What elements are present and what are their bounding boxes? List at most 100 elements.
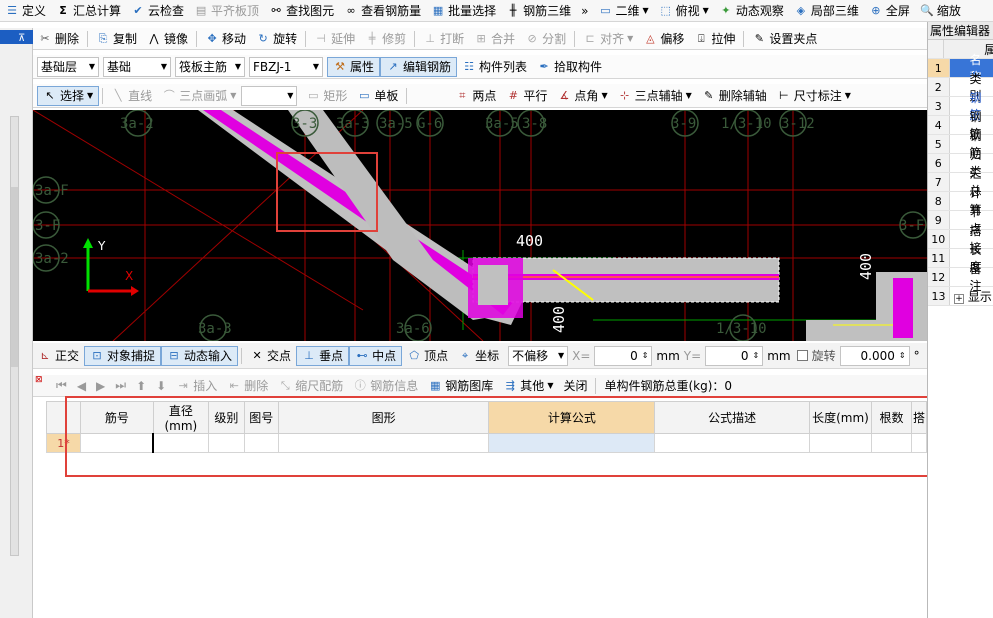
panel-close-icon[interactable]: ⊠ [35, 375, 43, 385]
stepper-icon[interactable]: ⇕ [642, 351, 649, 360]
layer-select[interactable]: 基础层 ▼ [37, 56, 99, 77]
scale-rebar-button[interactable]: ⤡ 缩尺配筋 [273, 375, 348, 396]
menu-more[interactable]: » [576, 0, 593, 21]
stepper-icon[interactable]: ⇕ [752, 351, 759, 360]
object-snap-toggle[interactable]: ⊡ 对象捕捉 [84, 345, 162, 366]
move-down[interactable]: ⬇ [151, 375, 171, 396]
vertex-snap[interactable]: ⬠ 顶点 [402, 343, 453, 368]
rotate-button[interactable]: ↻ 旋转 [251, 28, 302, 49]
properties-button[interactable]: ⚒ 属性 [327, 56, 381, 77]
rebar-delete-button[interactable]: ⇤ 删除 [222, 375, 273, 396]
parallel-button[interactable]: # 平行 [501, 84, 552, 107]
offset-button[interactable]: ◬ 偏移 [638, 28, 689, 49]
trim-button[interactable]: ╪ 修剪 [360, 28, 411, 49]
pin-icon[interactable]: ⊼ [0, 33, 25, 44]
perpendicular-snap[interactable]: ⊥ 垂点 [296, 345, 350, 366]
rebar-right[interactable] [893, 278, 913, 338]
property-row[interactable]: 12 备注 [928, 262, 993, 293]
type-select[interactable]: 筏板主筋 ▼ [175, 56, 245, 77]
copy-button[interactable]: ⎘ 复制 [91, 28, 142, 49]
ortho-toggle[interactable]: ⊾ 正交 [33, 343, 84, 368]
insert-button[interactable]: ⇥ 插入 [171, 375, 222, 396]
rect-button[interactable]: ▭ 矩形 [301, 84, 352, 107]
edit-rebar-button[interactable]: ↗ 编辑钢筋 [380, 56, 458, 77]
merge-button[interactable]: ⊞ 合并 [469, 28, 520, 49]
menu-2d[interactable]: ▭ 二维 ▼ [593, 0, 653, 21]
menu-batch-select[interactable]: ▦ 批量选择 [426, 0, 501, 21]
expand-icon[interactable]: + [954, 293, 964, 304]
split-button[interactable]: ⊘ 分割 [520, 28, 571, 49]
nav-next[interactable]: ▶ [91, 375, 110, 396]
slab-bottom-right[interactable] [806, 320, 886, 341]
menu-local-3d[interactable]: ◈ 局部三维 [789, 0, 864, 21]
line-button[interactable]: ╲ 直线 [106, 84, 157, 107]
menu-dynamic-view[interactable]: ✦ 动态观察 [714, 0, 789, 21]
menu-summary[interactable]: Σ 汇总计算 [51, 0, 126, 21]
single-slab-button[interactable]: ▭ 单板 [352, 84, 403, 107]
rotate-input[interactable]: 0.000 ⇕ [839, 345, 910, 366]
axis-label-3-F-right: 3-F [899, 218, 924, 234]
midpoint-snap[interactable]: ⊷ 中点 [349, 345, 403, 366]
two-point-button[interactable]: ⌗ 两点 [450, 84, 501, 107]
menu-zoom[interactable]: 🔍 缩放 [915, 0, 966, 21]
menu-view-rebar[interactable]: ∞ 查看钢筋量 [339, 0, 426, 21]
property-row[interactable]: 13 + 显示 [928, 287, 993, 306]
offset-mode-select[interactable]: 不偏移 ▼ [508, 345, 569, 366]
pick-component-button[interactable]: ✒ 拾取构件 [532, 55, 607, 78]
dynamic-input-toggle[interactable]: ⊟ 动态输入 [161, 345, 239, 366]
dimension-400-top: 400 [516, 232, 543, 250]
element-select[interactable]: FBZJ-1 ▼ [249, 56, 323, 77]
x-input[interactable]: 0 ⇕ [594, 345, 653, 366]
nav-last[interactable]: ⏭ [110, 375, 131, 396]
close-button[interactable]: 关闭 [558, 375, 592, 396]
component-list-button[interactable]: ☷ 构件列表 [457, 55, 532, 78]
menu-bar: ☰ 定义 Σ 汇总计算 ✔ 云检查 ▤ 平齐板顶 ⚯ 查找图元 ∞ 查看钢筋量 ▦ 批量选择 … [0, 0, 993, 22]
delete-axis-icon: ✎ [704, 88, 714, 102]
rebar-diagonal[interactable] [203, 110, 513, 315]
move-up[interactable]: ⬆ [131, 375, 151, 396]
menu-flush-top[interactable]: ▤ 平齐板顶 [189, 0, 264, 21]
y-input[interactable]: 0 ⇕ [705, 345, 764, 366]
menu-define[interactable]: ☰ 定义 [0, 0, 51, 21]
rotate-checkbox[interactable] [796, 350, 808, 361]
menu-fullscreen[interactable]: ⊕ 全屏 [864, 0, 915, 21]
move-button[interactable]: ✥ 移动 [200, 28, 251, 49]
mirror-button[interactable]: ⋀ 镜像 [142, 28, 193, 49]
left-scrollbar[interactable] [10, 116, 19, 556]
align-button[interactable]: ⊏ 对齐 ▼ [578, 28, 638, 49]
point-angle-button[interactable]: ∡ 点角 ▼ [552, 84, 612, 107]
stretch-button[interactable]: ⍗ 拉伸 [689, 28, 740, 49]
menu-find[interactable]: ⚯ 查找图元 [264, 0, 339, 21]
divider [414, 30, 416, 47]
rebar-info-button[interactable]: ⓘ 钢筋信息 [348, 375, 423, 396]
property-editor-title: 属性编辑器 [928, 22, 993, 40]
shape-select[interactable]: ▼ [241, 85, 298, 106]
other-menu-button[interactable]: ⇶ 其他 ▼ [498, 375, 558, 396]
nav-prev[interactable]: ◀ [72, 375, 91, 396]
intersection-snap[interactable]: ✕ 交点 [245, 343, 296, 368]
left-scroll-thumb[interactable] [11, 187, 18, 367]
extend-button[interactable]: ⊣ 延伸 [309, 28, 360, 49]
menu-rebar-3d[interactable]: ╫ 钢筋三维 [501, 0, 576, 21]
select-button[interactable]: ↖ 选择 ▼ [37, 85, 100, 106]
trim-icon: ╪ [368, 31, 376, 45]
stepper-icon[interactable]: ⇕ [899, 351, 906, 360]
flush-icon: ▤ [195, 3, 207, 17]
category-select[interactable]: 基础 ▼ [103, 56, 171, 77]
chevron-down-icon: ▼ [312, 62, 319, 71]
menu-top-view[interactable]: ⬚ 俯视 ▼ [654, 0, 714, 21]
menu-cloud-check[interactable]: ✔ 云检查 [126, 0, 189, 21]
arc-button[interactable]: ⌒ 三点画弧 ▼ [157, 84, 241, 107]
rebar-library-button[interactable]: ▦ 钢筋图库 [423, 375, 498, 396]
coordinate-snap[interactable]: ⌖ 坐标 [453, 343, 504, 368]
drawing-canvas[interactable]: 3a-2 3-3 3a-3 3a-5 G-6 3a-5 3-8 3-9 1/3-… [33, 110, 927, 341]
delete-axis-button[interactable]: ✎ 删除辅轴 [697, 84, 772, 107]
break-button[interactable]: ⊥ 打断 [418, 28, 469, 49]
set-grip-button[interactable]: ✎ 设置夹点 [747, 28, 822, 49]
cad-drawing[interactable]: 3a-2 3-3 3a-3 3a-5 G-6 3a-5 3-8 3-9 1/3-… [33, 110, 927, 341]
nav-first[interactable]: ⏮ [51, 375, 72, 396]
three-point-axis-button[interactable]: ⊹ 三点辅轴 ▼ [613, 84, 697, 107]
delete-button[interactable]: ✂ 删除 [33, 28, 84, 49]
dimension-button[interactable]: ⊢ 尺寸标注 ▼ [772, 84, 856, 107]
ucs-x-label: X [125, 269, 133, 283]
